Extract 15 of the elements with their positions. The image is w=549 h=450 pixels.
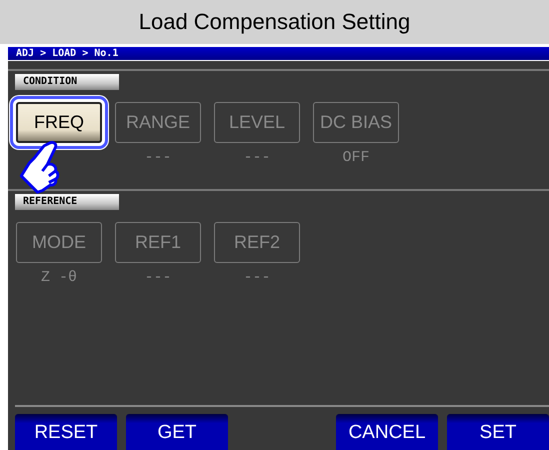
breadcrumb: ADJ > LOAD > No.1 — [16, 48, 118, 59]
setting-value: --- — [144, 269, 172, 287]
footer-button[interactable]: SET — [447, 414, 549, 450]
footer-button[interactable]: RESET — [15, 414, 117, 450]
section-label: REFERENCE — [15, 194, 119, 210]
window-title: Load Compensation Setting — [138, 9, 410, 35]
setting-value: --- — [243, 269, 270, 287]
setting-value: --- — [144, 149, 172, 167]
setting-value: --- — [243, 149, 270, 167]
section-label: CONDITION — [15, 74, 119, 90]
footer-button[interactable]: CANCEL — [336, 414, 438, 450]
key-button[interactable]: FREQ — [16, 102, 102, 143]
setting-value: Z -θ — [40, 269, 77, 287]
footer-button[interactable]: GET — [126, 414, 228, 450]
setting-value: OFF — [342, 149, 370, 167]
